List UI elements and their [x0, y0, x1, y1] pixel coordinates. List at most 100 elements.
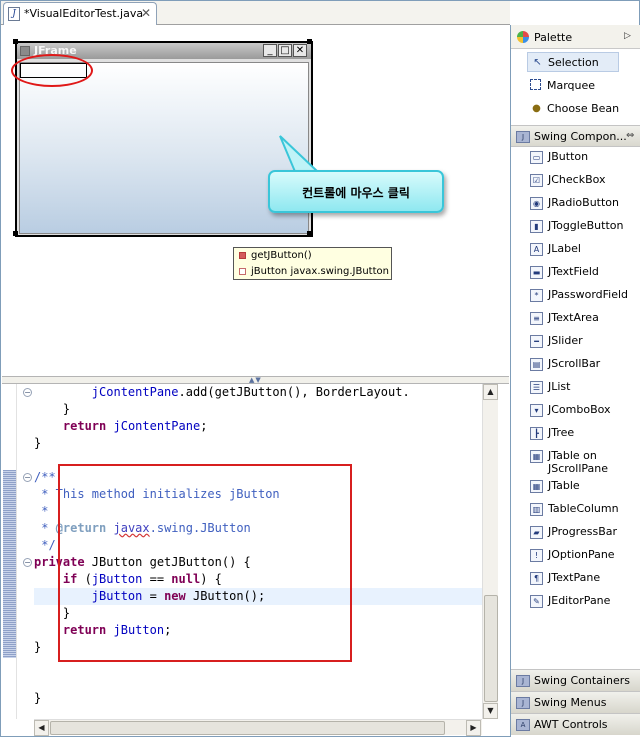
tool-choose-bean[interactable]: ● Choose Bean — [527, 99, 619, 119]
code-line[interactable]: */ — [34, 537, 55, 554]
palette-item-jtable[interactable]: ▦ JTable — [527, 478, 635, 501]
palette-item-tablecolumn[interactable]: ▥ TableColumn — [527, 501, 635, 524]
fold-collapse-icon[interactable]: − — [23, 558, 32, 567]
scroll-left-icon[interactable]: ◀ — [34, 720, 49, 736]
tool-selection[interactable]: ↖ Selection — [527, 52, 619, 72]
scroll-up-icon[interactable]: ▲ — [483, 384, 498, 400]
swing-components-drawer-header[interactable]: J Swing Compon... ⇔ — [511, 125, 640, 147]
fold-collapse-icon[interactable]: − — [23, 388, 32, 397]
palette-item-jtogglebutton[interactable]: ▮ JToggleButton — [527, 218, 635, 241]
horizontal-scrollbar[interactable]: ◀ ▶ — [34, 719, 482, 736]
palette-item-jtextpane[interactable]: ¶ JTextPane — [527, 570, 635, 593]
palette-item-jtextfield[interactable]: ▬ JTextField — [527, 264, 635, 287]
code-line[interactable]: } — [34, 435, 41, 452]
palette-item-label: JList — [548, 380, 571, 393]
popup-item-jbutton-field[interactable]: jButton javax.swing.JButton — [234, 264, 391, 280]
palette-item-jradiobutton[interactable]: ◉ JRadioButton — [527, 195, 635, 218]
resize-handle[interactable] — [307, 231, 312, 236]
palette-item-label: JSlider — [548, 334, 583, 347]
palette-title: Palette — [534, 31, 573, 44]
code-line[interactable]: return jContentPane; — [34, 418, 208, 435]
resize-handle[interactable] — [13, 39, 18, 44]
palette-header[interactable]: Palette ▷ — [511, 25, 640, 49]
eclipse-visual-editor: J *VisualEditorTest.java ✕ JFrame _ □ ✕ — [0, 0, 640, 737]
editor-tab-bar: J *VisualEditorTest.java ✕ — [1, 1, 510, 25]
palette-item-label: JComboBox — [548, 403, 611, 416]
palette-item-jcheckbox[interactable]: ☑ JCheckBox — [527, 172, 635, 195]
palette-item-jlist[interactable]: ☰ JList — [527, 379, 635, 402]
fold-collapse-icon[interactable]: − — [23, 473, 32, 482]
palette-item-jtable-on-jscrollpane[interactable]: ▦ JTable on JScrollPane — [527, 448, 635, 478]
drawer-swing-containers[interactable]: J Swing Containers — [511, 669, 640, 691]
palette-item-label: JScrollBar — [548, 357, 601, 370]
code-token: } — [34, 691, 42, 705]
maximize-icon[interactable]: □ — [278, 44, 292, 57]
palette-item-jbutton[interactable]: ▭ JButton — [527, 149, 635, 172]
bean-icon: ● — [532, 103, 541, 114]
drawer-awt-controls[interactable]: A AWT Controls — [511, 713, 640, 735]
popup-item-label: jButton javax.swing.JButton — [251, 266, 389, 277]
scroll-right-icon[interactable]: ▶ — [466, 720, 481, 736]
jtextarea-icon: ≡ — [530, 312, 543, 325]
palette-item-jeditorpane[interactable]: ✎ JEditorPane — [527, 593, 635, 616]
palette-item-jslider[interactable]: ━ JSlider — [527, 333, 635, 356]
palette-item-label: JTable on JScrollPane — [548, 449, 609, 475]
palette-item-label: JProgressBar — [548, 525, 617, 538]
joptionpane-icon: ! — [530, 549, 543, 562]
palette-item-label: JTree — [548, 426, 575, 439]
palette-collapse-icon[interactable]: ▷ — [624, 31, 631, 41]
code-line[interactable]: } — [34, 690, 41, 707]
vertical-scroll-thumb[interactable] — [484, 595, 498, 702]
source-editor[interactable]: − − − jContentPane.add(getJButton(), Bor… — [2, 384, 509, 736]
code-token: } — [34, 640, 42, 654]
palette-item-jlabel[interactable]: A JLabel — [527, 241, 635, 264]
palette-item-label: TableColumn — [548, 502, 619, 515]
palette-item-label: JLabel — [548, 242, 581, 255]
editor-splitter[interactable]: ▲▼ — [2, 376, 509, 384]
code-line[interactable]: * — [34, 503, 48, 520]
resize-handle[interactable] — [13, 231, 18, 236]
code-line[interactable]: jContentPane.add(getJButton(), BorderLay… — [34, 384, 410, 401]
jtextfield-icon: ▬ — [530, 266, 543, 279]
method-icon — [239, 251, 246, 259]
palette-item-jtextarea[interactable]: ≡ JTextArea — [527, 310, 635, 333]
tab-close-icon[interactable]: ✕ — [141, 6, 151, 20]
code-line[interactable]: /** — [34, 469, 56, 486]
code-line[interactable]: } — [34, 639, 41, 656]
palette-item-jpasswordfield[interactable]: * JPasswordField — [527, 287, 635, 310]
tool-marquee[interactable]: Marquee — [527, 76, 619, 96]
palette-item-label: JButton — [548, 150, 589, 163]
jframe-content-pane[interactable] — [19, 62, 309, 234]
palette-item-label: JTable — [548, 479, 580, 492]
palette-item-joptionpane[interactable]: ! JOptionPane — [527, 547, 635, 570]
palette-item-jtree[interactable]: ┣ JTree — [527, 425, 635, 448]
minimize-icon[interactable]: _ — [263, 44, 277, 57]
jbutton-icon: ▭ — [530, 151, 543, 164]
content-assist-popup: getJButton() jButton javax.swing.JButton — [233, 247, 392, 280]
jslider-icon: ━ — [530, 335, 543, 348]
code-token: * — [34, 521, 56, 535]
horizontal-scroll-thumb[interactable] — [50, 721, 445, 735]
field-icon — [239, 267, 246, 275]
design-canvas[interactable]: JFrame _ □ ✕ 컨트롤에 마우스 클릭 getJButton() jB… — [2, 26, 509, 376]
close-window-icon[interactable]: ✕ — [293, 44, 307, 57]
tool-label: Selection — [548, 56, 599, 69]
resize-handle[interactable] — [307, 39, 312, 44]
palette-item-jcombobox[interactable]: ▾ JComboBox — [527, 402, 635, 425]
code-line[interactable]: } — [34, 401, 70, 418]
palette-item-jprogressbar[interactable]: ▰ JProgressBar — [527, 524, 635, 547]
jtable-icon: ▦ — [530, 480, 543, 493]
editor-tab[interactable]: J *VisualEditorTest.java ✕ — [3, 2, 157, 25]
callout-text: 컨트롤에 마우스 클릭 — [302, 186, 410, 200]
scroll-down-icon[interactable]: ▼ — [483, 703, 498, 719]
code-token: .add(getJButton(), BorderLayout. — [178, 385, 410, 399]
drawer-swing-menus[interactable]: J Swing Menus — [511, 691, 640, 713]
java-file-icon: J — [8, 7, 20, 21]
palette-item-jscrollbar[interactable]: ▤ JScrollBar — [527, 356, 635, 379]
splitter-arrows-icon[interactable]: ▲▼ — [249, 376, 262, 384]
drawer-label: AWT Controls — [534, 718, 608, 731]
vertical-scrollbar[interactable]: ▲ ▼ — [482, 384, 498, 719]
drawer-pin-icon[interactable]: ⇔ — [626, 130, 634, 141]
jframe-window-icon — [20, 46, 30, 56]
popup-item-getjbutton[interactable]: getJButton() — [234, 248, 391, 264]
